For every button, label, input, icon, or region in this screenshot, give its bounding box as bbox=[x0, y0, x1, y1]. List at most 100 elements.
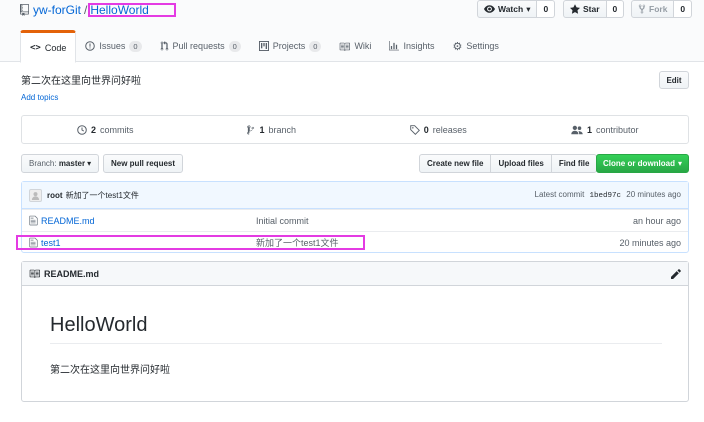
repo-header: yw-forGit / HelloWorld Watch ▾ 0 Star 0 … bbox=[0, 0, 704, 63]
branches-summary[interactable]: 1 branch bbox=[189, 116, 356, 143]
gear-icon: ⚙ bbox=[452, 40, 463, 53]
star-icon bbox=[570, 4, 580, 14]
star-label: Star bbox=[583, 4, 600, 14]
watch-count[interactable]: 0 bbox=[537, 0, 556, 18]
pull-request-icon bbox=[160, 41, 169, 51]
caret-down-icon: ▾ bbox=[526, 3, 531, 14]
tab-projects-label: Projects bbox=[272, 41, 306, 51]
watch-label: Watch bbox=[498, 4, 524, 14]
tab-projects-counter: 0 bbox=[309, 40, 322, 52]
caret-down-icon: ▾ bbox=[87, 159, 92, 168]
latest-commit-age: 20 minutes ago bbox=[626, 190, 681, 199]
repo-icon bbox=[20, 4, 29, 16]
fork-count[interactable]: 0 bbox=[674, 0, 693, 18]
tab-wiki-label: Wiki bbox=[354, 41, 372, 51]
branches-count: 1 bbox=[259, 124, 265, 135]
eye-icon bbox=[484, 5, 495, 13]
tab-code-label: Code bbox=[44, 42, 67, 53]
tab-projects[interactable]: Projects 0 bbox=[250, 30, 331, 62]
project-icon bbox=[258, 41, 269, 51]
fork-label: Fork bbox=[649, 4, 668, 14]
tab-issues-label: Issues bbox=[99, 41, 126, 51]
commit-message-link[interactable]: 新加了一个test1文件 bbox=[66, 190, 139, 201]
tab-settings-label: Settings bbox=[466, 41, 499, 51]
new-pull-request-button[interactable]: New pull request bbox=[103, 154, 184, 173]
releases-label: releases bbox=[432, 124, 467, 135]
tab-pull-requests[interactable]: Pull requests 0 bbox=[151, 30, 250, 62]
file-actions-group: Create new file Upload files Find file bbox=[419, 154, 598, 173]
repo-summary-bar: 2 commits 1 branch 0 releases 1 contribu… bbox=[21, 115, 689, 144]
clone-label: Clone or download bbox=[603, 159, 675, 168]
repo-separator: / bbox=[84, 3, 88, 17]
repo-description: 第二次在这里向世界问好啦 bbox=[21, 76, 141, 87]
repo-nav-tabs: <> Code Issues 0 Pull requests 0 Project… bbox=[20, 30, 508, 63]
edit-description-button[interactable]: Edit bbox=[659, 71, 689, 89]
contributors-count: 1 bbox=[586, 124, 592, 135]
readme-header: README.md bbox=[22, 262, 688, 286]
repo-owner-link[interactable]: yw-forGit bbox=[33, 3, 81, 17]
readme-text: 第二次在这里向世界问好啦 bbox=[50, 365, 170, 376]
tab-issues-counter: 0 bbox=[129, 40, 142, 52]
commits-count: 2 bbox=[90, 124, 96, 135]
book-icon bbox=[339, 42, 351, 51]
contributors-summary[interactable]: 1 contributor bbox=[522, 116, 689, 143]
contributors-label: contributor bbox=[595, 124, 639, 135]
releases-summary[interactable]: 0 releases bbox=[355, 116, 522, 143]
file-name-link[interactable]: README.md bbox=[41, 216, 95, 226]
tab-pull-requests-label: Pull requests bbox=[172, 41, 225, 51]
tab-pull-requests-counter: 0 bbox=[228, 40, 241, 52]
file-age: 20 minutes ago bbox=[619, 237, 681, 248]
book-icon bbox=[29, 269, 40, 278]
upload-files-button[interactable]: Upload files bbox=[490, 154, 552, 173]
branch-select-label: Branch: bbox=[29, 159, 57, 168]
tag-icon bbox=[409, 124, 420, 135]
tab-insights[interactable]: Insights bbox=[380, 30, 443, 62]
readme-filename: README.md bbox=[44, 268, 100, 279]
commits-summary[interactable]: 2 commits bbox=[22, 116, 189, 143]
branch-select-value: master bbox=[58, 159, 86, 168]
table-row: README.md Initial commit an hour ago bbox=[22, 209, 688, 231]
history-icon bbox=[77, 124, 87, 135]
readme-panel: README.md HelloWorld 第二次在这里向世界问好啦 bbox=[21, 261, 689, 402]
readme-heading: HelloWorld bbox=[50, 314, 662, 344]
caret-down-icon: ▾ bbox=[678, 159, 683, 168]
tab-code[interactable]: <> Code bbox=[20, 30, 77, 63]
fork-group: Fork 0 bbox=[631, 0, 693, 18]
fork-button[interactable]: Fork bbox=[631, 0, 675, 18]
releases-count: 0 bbox=[423, 124, 429, 135]
watch-group: Watch ▾ 0 bbox=[477, 0, 556, 18]
create-new-file-button[interactable]: Create new file bbox=[419, 154, 492, 173]
avatar[interactable] bbox=[29, 188, 42, 202]
branch-icon bbox=[247, 124, 255, 135]
watch-button[interactable]: Watch ▾ bbox=[477, 0, 538, 18]
commit-author-link[interactable]: root bbox=[47, 191, 63, 200]
tab-settings[interactable]: ⚙ Settings bbox=[443, 30, 507, 62]
fork-icon bbox=[638, 4, 646, 14]
file-icon bbox=[29, 215, 38, 226]
highlight-box-test1-row bbox=[16, 235, 365, 250]
star-count[interactable]: 0 bbox=[606, 0, 625, 18]
graph-icon bbox=[389, 41, 400, 51]
file-commit-message-link[interactable]: Initial commit bbox=[256, 216, 309, 226]
star-button[interactable]: Star bbox=[563, 0, 607, 18]
branch-select-button[interactable]: Branch: master ▾ bbox=[21, 154, 100, 173]
add-topics-link[interactable]: Add topics bbox=[21, 93, 58, 102]
tab-issues[interactable]: Issues 0 bbox=[76, 30, 150, 62]
tab-wiki[interactable]: Wiki bbox=[330, 30, 380, 62]
latest-commit-info: Latest commit 1bed97c 20 minutes ago bbox=[535, 190, 681, 200]
commits-label: commits bbox=[100, 124, 134, 135]
issue-icon bbox=[85, 41, 96, 51]
clone-or-download-button[interactable]: Clone or download ▾ bbox=[596, 154, 690, 173]
people-icon bbox=[571, 125, 583, 135]
star-group: Star 0 bbox=[563, 0, 625, 18]
commit-sha-link[interactable]: 1bed97c bbox=[590, 192, 622, 200]
code-icon: <> bbox=[30, 42, 41, 53]
tab-insights-label: Insights bbox=[403, 41, 435, 51]
branches-label: branch bbox=[268, 124, 297, 135]
highlight-box-repo-name bbox=[88, 3, 176, 17]
latest-commit-bar: root 新加了一个test1文件 Latest commit 1bed97c … bbox=[22, 182, 688, 209]
pencil-icon[interactable] bbox=[671, 268, 681, 279]
find-file-button[interactable]: Find file bbox=[550, 154, 598, 173]
latest-commit-label: Latest commit bbox=[534, 190, 585, 199]
file-age: an hour ago bbox=[632, 215, 681, 226]
